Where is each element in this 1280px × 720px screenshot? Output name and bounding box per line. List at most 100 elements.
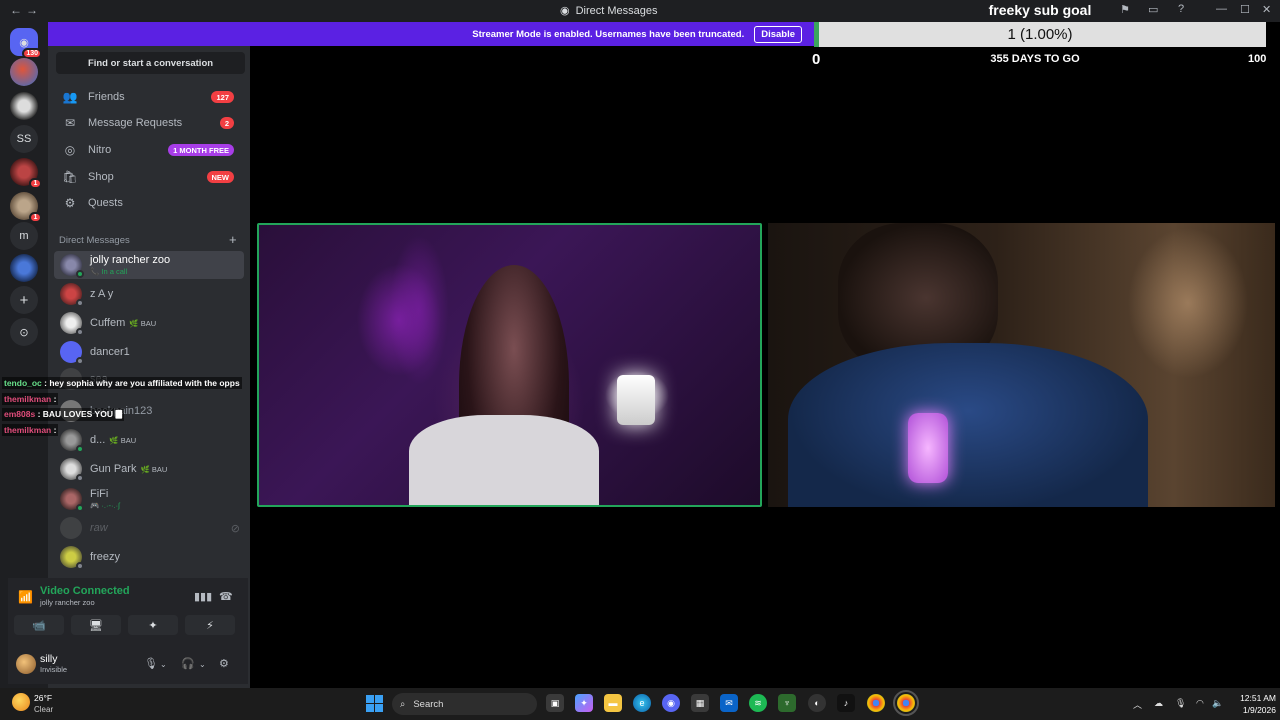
inbox-icon[interactable]: ▭ [1148, 3, 1158, 16]
outlook-icon[interactable]: ✉ [720, 694, 738, 712]
find-conversation-input[interactable]: Find or start a conversation [56, 52, 245, 74]
store-icon[interactable]: ▦ [691, 694, 709, 712]
minimize-button[interactable]: — [1216, 3, 1227, 15]
sub-goal-progress-text: 1 (1.00%) [1007, 26, 1073, 43]
task-view-icon[interactable]: ▣ [546, 694, 564, 712]
noise-suppression-icon[interactable]: ▮▮▮ [194, 590, 212, 603]
friends-icon: 👥 [62, 90, 78, 104]
dm-item[interactable]: raw ⊘ [54, 514, 244, 542]
volume-icon[interactable]: 🔈 [1212, 698, 1223, 709]
taskbar-search-label: Search [413, 698, 444, 710]
screen-share-button[interactable]: 🖥 [71, 615, 121, 635]
tiktok-icon[interactable]: ♪ [837, 694, 855, 712]
server-icon-5[interactable] [10, 254, 38, 282]
home-discord-button[interactable]: ◉ 130 [10, 28, 42, 59]
inbox-flag-icon[interactable]: ⚑ [1120, 3, 1130, 16]
server-unread-badge: 1 [29, 178, 42, 189]
soundboard-button[interactable]: ⚡ [185, 615, 235, 635]
discover-compass-icon[interactable]: ⊙ [10, 318, 38, 346]
edge-icon[interactable]: e [633, 694, 651, 712]
app-icon-round[interactable]: ◐ [808, 694, 826, 712]
voice-channel[interactable]: jolly rancher zoo [40, 598, 95, 607]
chat-overlay-line: tendo_oc : hey sophia why are you affili… [2, 377, 242, 389]
server-icon-4[interactable]: 1 [10, 192, 42, 223]
voice-status[interactable]: Video Connected [40, 585, 130, 597]
dm-item[interactable]: FiFi 🎮 ·.·-·.·ʃ [54, 485, 244, 513]
chat-message: : [51, 394, 57, 404]
nav-nitro[interactable]: ◎ Nitro 1 MONTH FREE [54, 138, 240, 162]
dm-item[interactable]: d... 🌿 BAU [54, 426, 244, 454]
clock-time[interactable]: 12:51 AM [1226, 693, 1276, 703]
tray-overflow-chevron-icon[interactable]: ︿ [1133, 698, 1142, 711]
forward-arrow-icon[interactable]: → [26, 3, 38, 17]
weather-temp: 26°F [34, 693, 53, 703]
discord-icon: ◉ [19, 36, 29, 49]
file-explorer-icon[interactable]: ▬ [604, 694, 622, 712]
nav-quests[interactable]: ⚙ Quests [54, 191, 240, 215]
sub-goal-days-left: 355 DAYS TO GO [990, 53, 1080, 65]
nav-friends[interactable]: 👥 Friends 127 [54, 85, 240, 109]
sub-goal-title: freeky sub goal [988, 2, 1092, 18]
server-ss[interactable]: SS [10, 125, 38, 153]
server-m[interactable]: m [10, 222, 38, 250]
wifi-icon[interactable]: ◠ [1196, 698, 1204, 709]
server-icon-3[interactable]: 1 [10, 158, 42, 189]
glowing-microphone [908, 413, 948, 483]
avatar [60, 254, 84, 278]
nav-message-requests-label: Message Requests [88, 117, 183, 129]
avatar [60, 429, 84, 453]
dm-item[interactable]: jolly rancher zoo 📞 In a call [54, 251, 244, 279]
app-icon-green[interactable]: ♆ [778, 694, 796, 712]
avatar[interactable] [16, 654, 36, 674]
window-title-text: Direct Messages [575, 4, 658, 17]
dm-name: Cuffem [90, 316, 126, 329]
dm-item[interactable]: Gun Park 🌿 BAU [54, 455, 244, 483]
close-button[interactable]: ✕ [1262, 3, 1271, 16]
dm-name: d... [90, 433, 106, 446]
taskbar-search[interactable]: ⌕ Search [392, 693, 537, 715]
maximize-button[interactable]: ☐ [1240, 3, 1250, 16]
dm-item[interactable]: z A y [54, 280, 244, 308]
user-name: silly [40, 653, 58, 665]
add-server-icon[interactable]: + [10, 286, 38, 314]
back-arrow-icon[interactable]: ← [10, 3, 22, 17]
clock-date[interactable]: 1/9/2026 [1226, 705, 1276, 715]
shop-icon: 🛍 [62, 170, 78, 184]
nav-message-requests[interactable]: ✉ Message Requests 2 [54, 111, 240, 135]
christmas-tree-lights [389, 235, 449, 385]
disconnect-icon[interactable]: ☎ [219, 590, 233, 603]
activities-button[interactable]: ✦ [128, 615, 178, 635]
chevron-down-icon[interactable]: ⌄ [199, 660, 206, 669]
disable-streamer-mode-button[interactable]: Disable [754, 25, 802, 43]
avatar [60, 488, 84, 512]
chrome-active-icon[interactable] [893, 690, 919, 716]
chevron-down-icon[interactable]: ⌄ [160, 660, 167, 669]
chrome-icon[interactable] [867, 694, 885, 712]
help-icon[interactable]: ? [1178, 3, 1184, 15]
dm-item[interactable]: dancer1 [54, 338, 244, 366]
copilot-icon[interactable]: ✦ [575, 694, 593, 712]
tray-cloud-icon[interactable]: ☁ [1154, 698, 1163, 709]
microphone-icon[interactable]: 🎙 [144, 657, 158, 670]
dm-name: Gun Park [90, 462, 137, 475]
discord-logo-icon: ◉ [560, 5, 570, 17]
chat-user: themilkman [4, 425, 52, 435]
tray-mic-icon[interactable]: 🎙 [1175, 698, 1186, 709]
weather-icon[interactable] [12, 693, 30, 711]
chat-user: em808s [4, 409, 36, 419]
video-tile-participant-1[interactable] [257, 223, 762, 507]
start-button[interactable] [366, 695, 383, 712]
create-dm-plus-icon[interactable]: + [229, 232, 237, 247]
server-icon-2[interactable] [10, 92, 38, 120]
headphones-icon[interactable]: 🎧 [181, 657, 195, 670]
video-tile-participant-2[interactable] [768, 223, 1275, 507]
spotify-icon[interactable]: ≋ [749, 694, 767, 712]
nav-shop[interactable]: 🛍 Shop NEW [54, 165, 240, 189]
dm-item[interactable]: freezy [54, 543, 244, 571]
server-icon-1[interactable] [10, 58, 38, 86]
settings-gear-icon[interactable]: ⚙ [219, 657, 229, 670]
camera-button[interactable]: 📹 [14, 615, 64, 635]
dm-item[interactable]: Cuffem 🌿 BAU [54, 309, 244, 337]
dm-name: raw [90, 521, 108, 534]
discord-taskbar-icon[interactable]: ◉ [662, 694, 680, 712]
